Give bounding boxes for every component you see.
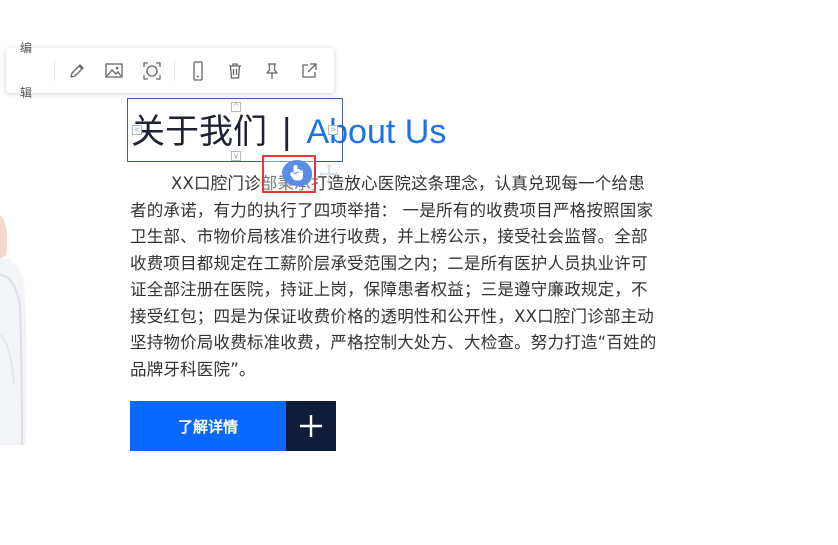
resize-handle-left[interactable]: < (132, 125, 142, 135)
learn-more-button[interactable]: 了解详情 (130, 401, 286, 451)
image-icon[interactable] (96, 48, 133, 93)
mobile-icon[interactable] (179, 48, 216, 93)
edit-toolbar: 编辑 (6, 41, 334, 100)
doctor-photo (0, 215, 30, 445)
hand-pointer-icon[interactable] (282, 160, 312, 186)
resize-handle-right[interactable]: > (328, 125, 338, 135)
external-link-icon[interactable] (291, 48, 328, 93)
resize-handle-bottom[interactable]: v (231, 151, 241, 161)
plus-icon[interactable] (286, 401, 336, 451)
pencil-icon[interactable] (59, 48, 96, 93)
pin-icon[interactable] (254, 48, 291, 93)
cta-group: 了解详情 (130, 401, 336, 451)
toolbar-divider (53, 60, 55, 81)
intro-paragraph: XX口腔门诊部秉承打造放心医院这条理念，认真兑现每一个给患者的承诺，有力的执行了… (130, 174, 657, 379)
resize-handle-top[interactable]: ^ (231, 102, 241, 112)
toolbar-divider (174, 60, 176, 81)
trash-icon[interactable] (216, 48, 253, 93)
page: 编辑 关于我们 | About Us ^ v < > XX口腔门诊部秉承打造放心… (0, 0, 838, 545)
selection-box[interactable]: ^ v < > (127, 98, 343, 162)
drag-highlight (262, 155, 316, 193)
move-icon[interactable] (318, 163, 340, 185)
edit-label[interactable]: 编辑 (16, 26, 50, 116)
scan-icon[interactable] (133, 48, 170, 93)
